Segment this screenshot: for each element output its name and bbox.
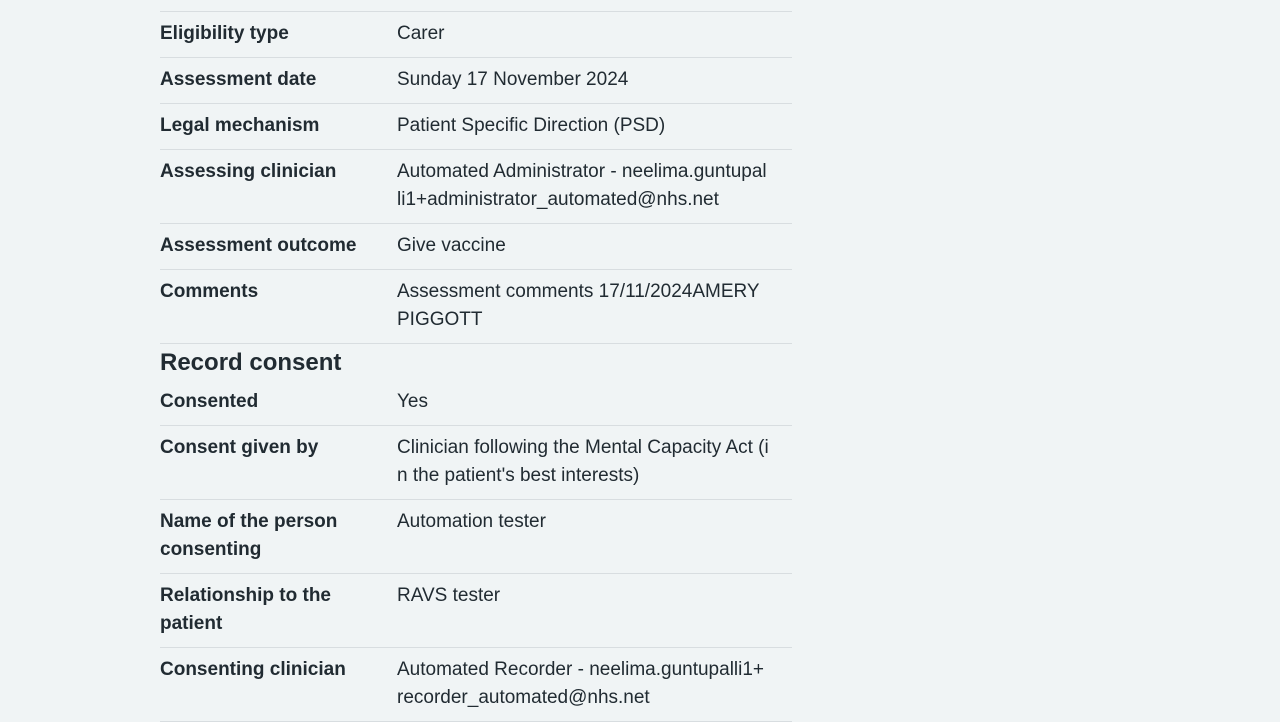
summary-row-consented: Consented Yes	[160, 380, 792, 426]
summary-value: Assessment comments 17/11/2024AMERY PIGG…	[397, 281, 760, 330]
summary-key: Consent given by	[160, 437, 319, 458]
record-consent-heading: Record consent	[160, 349, 342, 376]
summary-value: Sunday 17 November 2024	[397, 69, 629, 90]
summary-value: Clinician following the Mental Capacity …	[397, 437, 769, 486]
summary-key: Assessment date	[160, 69, 317, 90]
summary-row-relationship: Relationship to the patient RAVS tester	[160, 574, 792, 648]
summary-value: Automation tester	[397, 511, 546, 532]
summary-value: Automated Recorder - neelima.guntupalli1…	[397, 659, 765, 708]
summary-row-consent-given-by: Consent given by Clinician following the…	[160, 426, 792, 500]
summary-row-eligibility-type: Eligibility type Carer	[160, 12, 792, 58]
summary-row-person-consenting: Name of the person consenting Automation…	[160, 500, 792, 574]
summary-key: Assessment outcome	[160, 235, 357, 256]
summary-key: Eligibility type	[160, 23, 289, 44]
summary-row-assessment-outcome: Assessment outcome Give vaccine	[160, 224, 792, 270]
summary-row-comments: Comments Assessment comments 17/11/2024A…	[160, 270, 792, 344]
summary-value: Yes	[397, 391, 428, 412]
summary-value: RAVS tester	[397, 585, 501, 606]
summary-value: Give vaccine	[397, 235, 506, 256]
vaccination-summary: Eligibility type Carer Assessment date S…	[160, 11, 792, 722]
summary-row-assessing-clinician: Assessing clinician Automated Administra…	[160, 150, 792, 224]
assessment-summary-list: Eligibility type Carer Assessment date S…	[160, 11, 792, 344]
summary-value: Patient Specific Direction (PSD)	[397, 115, 666, 136]
summary-row-consenting-clinician: Consenting clinician Automated Recorder …	[160, 648, 792, 722]
consent-summary-list: Consented Yes Consent given by Clinician…	[160, 380, 792, 722]
summary-key: Consented	[160, 391, 259, 412]
summary-row-legal-mechanism: Legal mechanism Patient Specific Directi…	[160, 104, 792, 150]
summary-key: Assessing clinician	[160, 161, 337, 182]
summary-key: Relationship to the patient	[160, 585, 331, 634]
summary-value: Carer	[397, 23, 445, 44]
summary-row-assessment-date: Assessment date Sunday 17 November 2024	[160, 58, 792, 104]
summary-key: Name of the person consenting	[160, 511, 338, 560]
summary-key: Legal mechanism	[160, 115, 320, 136]
summary-key: Consenting clinician	[160, 659, 346, 680]
summary-key: Comments	[160, 281, 259, 302]
summary-value: Automated Administrator - neelima.guntup…	[397, 161, 767, 210]
